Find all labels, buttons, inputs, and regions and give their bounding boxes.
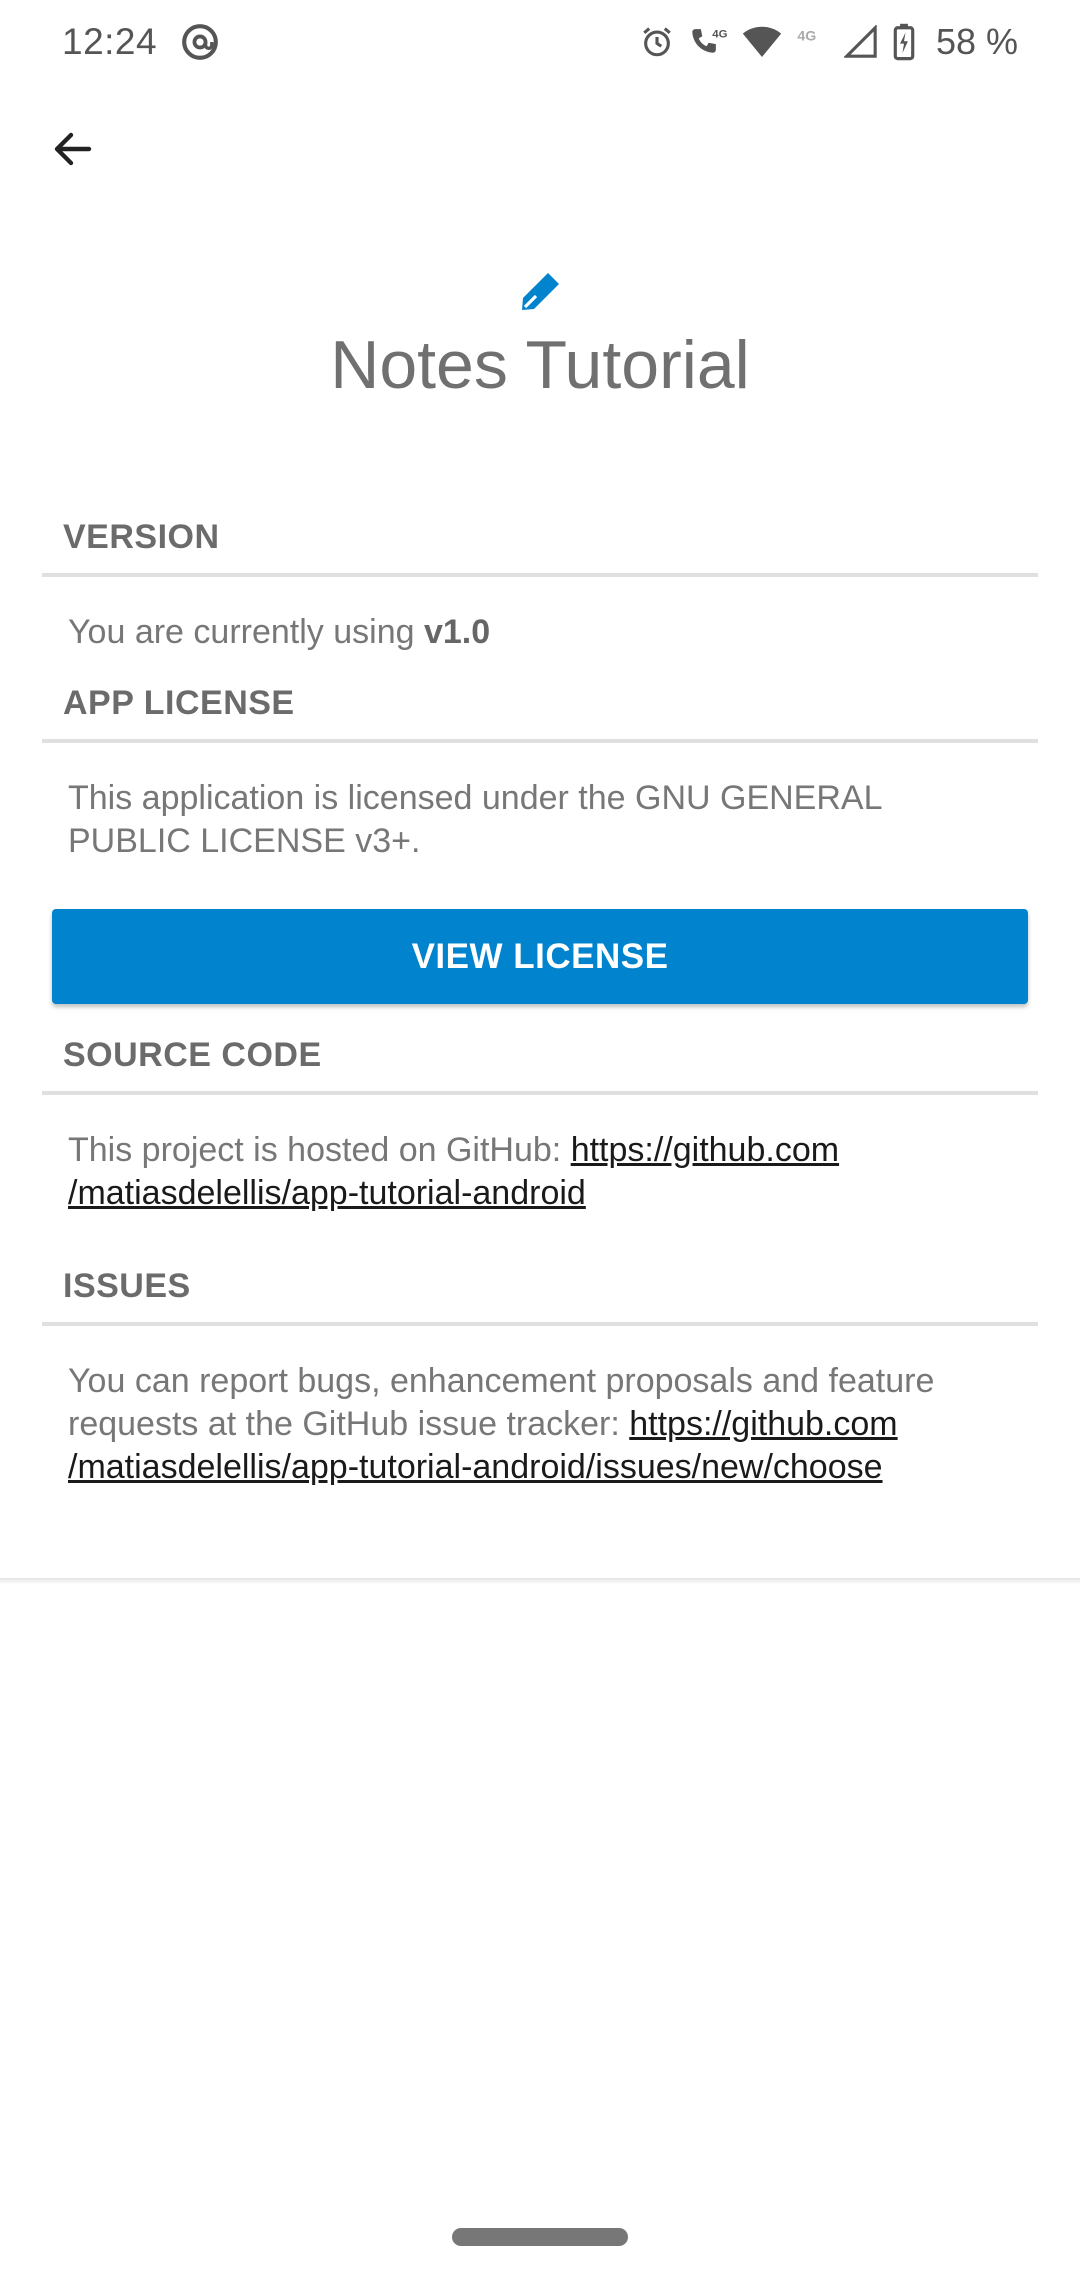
- issues-link-line2: /matiasdelellis/app-tutorial-android/iss…: [68, 1448, 883, 1486]
- status-time: 12:24: [62, 21, 158, 62]
- license-section-title: APP LICENSE: [42, 674, 1038, 743]
- app-header: Notes Tutorial: [0, 268, 1080, 404]
- source-label: This project is hosted on GitHub:: [68, 1131, 571, 1169]
- arrow-left-icon: [49, 125, 97, 178]
- status-left: 12:24: [62, 21, 219, 63]
- source-link-line2: /matiasdelellis/app-tutorial-android: [68, 1174, 586, 1212]
- version-value: v1.0: [423, 613, 491, 651]
- version-section-title: VERSION: [42, 508, 1038, 577]
- alarm-icon: [640, 25, 674, 59]
- svg-text:4G: 4G: [712, 29, 727, 41]
- version-text: You are currently using v1.0: [42, 577, 1038, 674]
- view-license-button[interactable]: VIEW LICENSE: [52, 909, 1028, 1004]
- signal-4g-icon: 4G: [796, 25, 830, 59]
- wifi-icon: [742, 25, 782, 59]
- status-right: 4G 4G 58 %: [640, 21, 1018, 63]
- pencil-icon: [0, 268, 1080, 316]
- source-text: This project is hosted on GitHub: https:…: [42, 1095, 1038, 1235]
- card-divider: [0, 1578, 1080, 1584]
- gesture-nav-handle[interactable]: [452, 2228, 628, 2246]
- issues-link-line1: https://github.com: [629, 1405, 898, 1443]
- signal-icon: [843, 25, 878, 59]
- svg-text:4G: 4G: [797, 29, 816, 45]
- app-title: Notes Tutorial: [330, 327, 750, 403]
- issues-section-title: ISSUES: [42, 1257, 1038, 1326]
- issues-text: You can report bugs, enhancement proposa…: [42, 1326, 1038, 1509]
- version-label: You are currently using: [68, 613, 424, 651]
- back-button[interactable]: [40, 118, 106, 184]
- source-link-line1: https://github.com: [570, 1131, 840, 1169]
- status-bar: 12:24 4G 4G 58 %: [0, 0, 1080, 84]
- battery-percent: 58 %: [935, 21, 1018, 62]
- about-content: VERSION You are currently using v1.0 APP…: [42, 508, 1038, 1509]
- at-sign-icon: [181, 23, 219, 61]
- source-section-title: SOURCE CODE: [42, 1026, 1038, 1095]
- license-text: This application is licensed under the G…: [68, 779, 882, 860]
- call-4g-icon: 4G: [688, 24, 728, 60]
- battery-charging-icon: [892, 23, 916, 61]
